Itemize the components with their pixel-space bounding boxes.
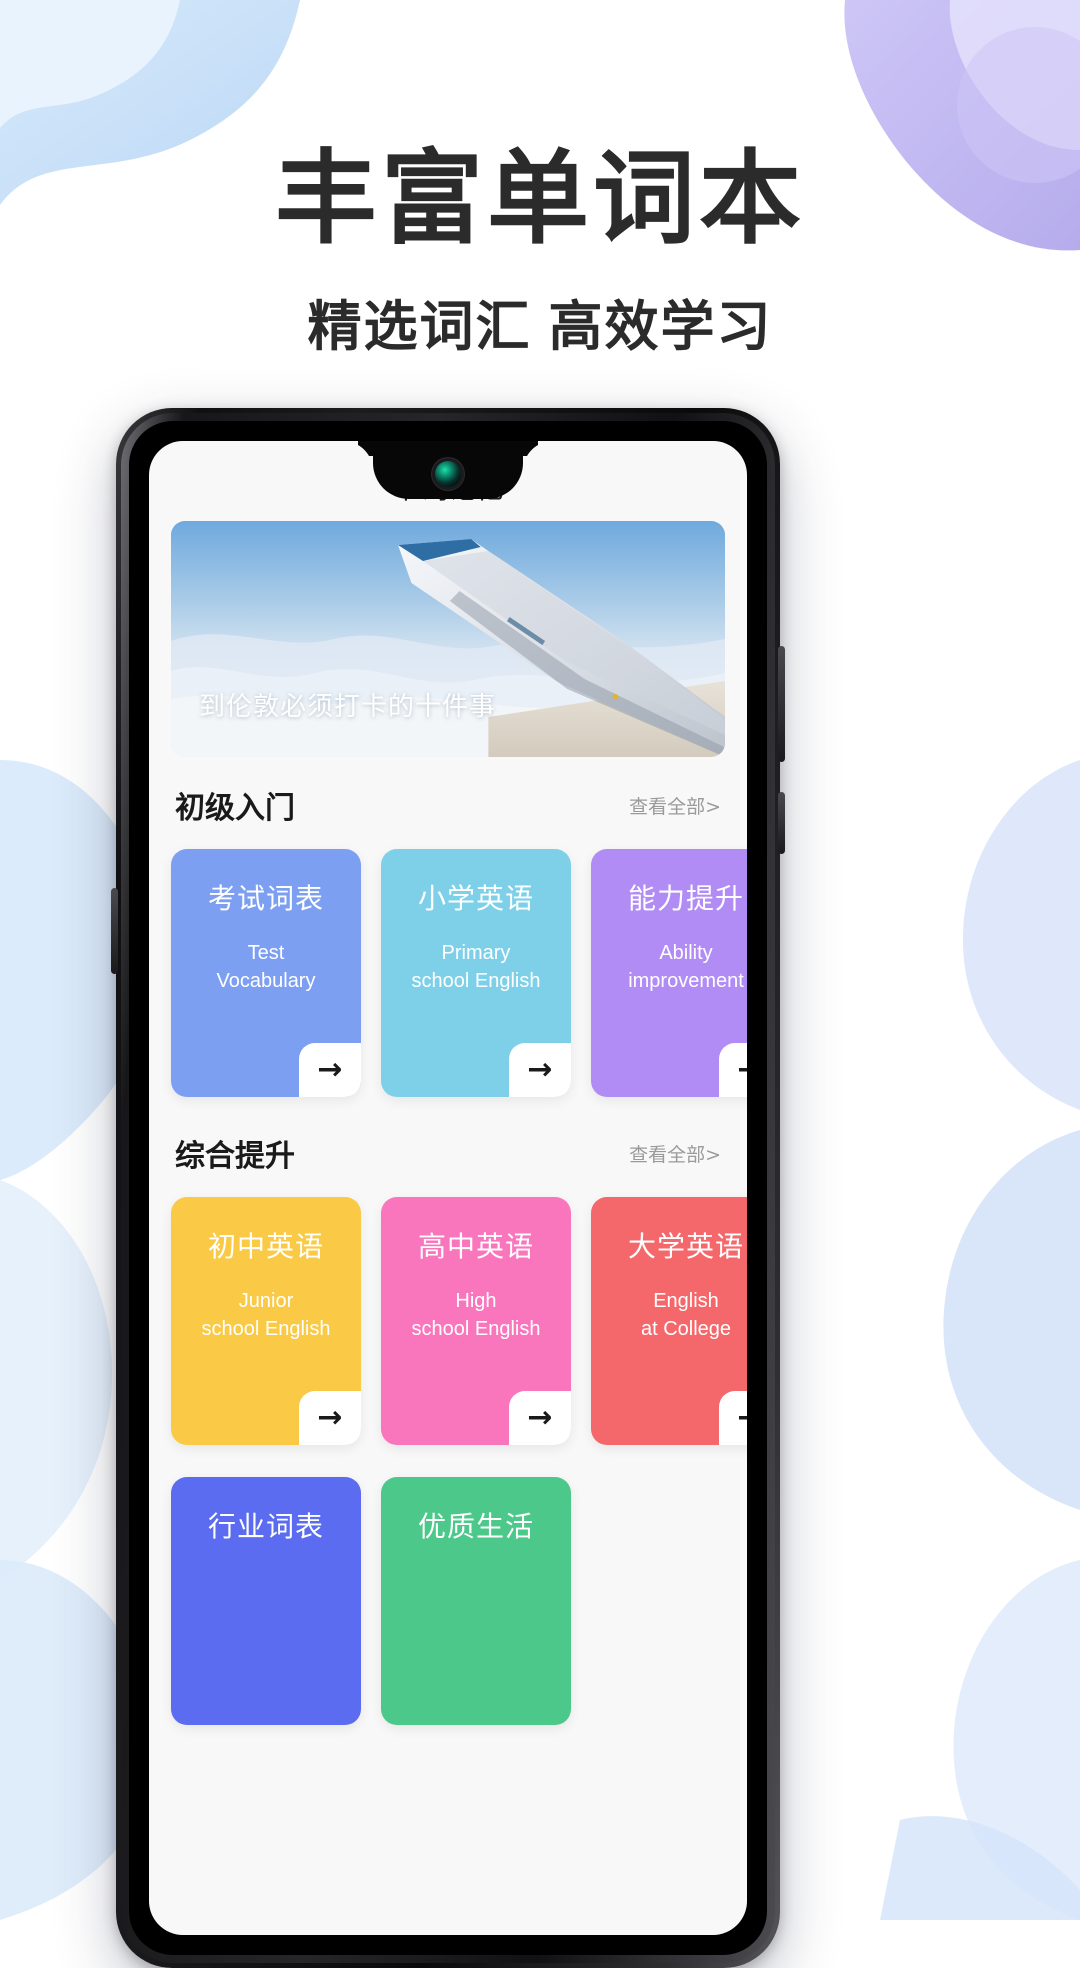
arrow-right-icon[interactable]: → — [509, 1043, 571, 1097]
arrow-right-icon[interactable]: → — [509, 1391, 571, 1445]
front-camera-icon — [435, 461, 461, 487]
card-row-3: 行业词表 优质生活 — [149, 1445, 747, 1725]
category-card-ability-improvement[interactable]: 能力提升 Ability improvement → — [591, 849, 747, 1097]
page-subtitle: 精选词汇 高效学习 — [307, 297, 773, 357]
arrow-right-icon[interactable]: → — [719, 1391, 747, 1445]
card-title-cn: 优质生活 — [417, 1510, 534, 1543]
phone-mockup: 单词记忆 — [111, 408, 785, 1968]
arrow-right-icon[interactable]: → — [719, 1043, 747, 1097]
volume-button[interactable] — [778, 792, 785, 854]
category-card-test-vocabulary[interactable]: 考试词表 Test Vocabulary → — [171, 849, 361, 1097]
phone-screen: 单词记忆 — [149, 441, 747, 1935]
category-card-high-school-english[interactable]: 高中英语 High school English → — [381, 1197, 571, 1445]
page-title: 丰富单词本 — [275, 142, 805, 256]
card-title-cn: 初中英语 — [207, 1230, 324, 1263]
card-title-en: Test Vocabulary — [216, 942, 316, 992]
section-header-2: 综合提升 查看全部> — [175, 1131, 721, 1175]
card-title-cn: 小学英语 — [417, 882, 534, 915]
card-title-en: English at College — [640, 1290, 732, 1340]
power-button[interactable] — [778, 646, 785, 762]
category-card-english-at-college[interactable]: 大学英语 English at College → — [591, 1197, 747, 1445]
hero-banner[interactable]: 到伦敦必须打卡的十件事 — [171, 521, 725, 757]
section-title: 综合提升 — [175, 1139, 295, 1174]
card-title-cn: 高中英语 — [417, 1230, 534, 1263]
card-row-1: 考试词表 Test Vocabulary → 小学英语 Primary scho… — [149, 827, 747, 1097]
view-all-link[interactable]: 查看全部> — [629, 1140, 721, 1167]
card-title-cn: 大学英语 — [627, 1230, 744, 1263]
view-all-link[interactable]: 查看全部> — [629, 792, 721, 819]
category-card-primary-school-english[interactable]: 小学英语 Primary school English → — [381, 849, 571, 1097]
card-title-en: Junior school English — [201, 1290, 331, 1340]
card-title-en: Primary school English — [411, 942, 541, 992]
section-title: 初级入门 — [175, 791, 295, 826]
hero-section: 丰富单词本 精选词汇 高效学习 — [0, 0, 1080, 361]
banner-caption: 到伦敦必须打卡的十件事 — [199, 692, 497, 722]
arrow-right-icon[interactable]: → — [299, 1043, 361, 1097]
arrow-right-icon[interactable]: → — [299, 1391, 361, 1445]
category-card-junior-school-english[interactable]: 初中英语 Junior school English → — [171, 1197, 361, 1445]
card-title-cn: 考试词表 — [207, 882, 324, 915]
section-header-1: 初级入门 查看全部> — [175, 783, 721, 827]
left-side-button[interactable] — [111, 888, 118, 974]
card-title-cn: 能力提升 — [627, 882, 744, 915]
phone-bezel: 单词记忆 — [129, 421, 767, 1955]
category-card-industry-vocabulary[interactable]: 行业词表 — [171, 1477, 361, 1725]
card-title-en: High school English — [411, 1290, 541, 1340]
card-title-en: Ability improvement — [628, 942, 744, 992]
card-title-cn: 行业词表 — [207, 1510, 324, 1543]
card-row-2: 初中英语 Junior school English → 高中英语 High s… — [149, 1175, 747, 1445]
category-card-quality-life[interactable]: 优质生活 — [381, 1477, 571, 1725]
